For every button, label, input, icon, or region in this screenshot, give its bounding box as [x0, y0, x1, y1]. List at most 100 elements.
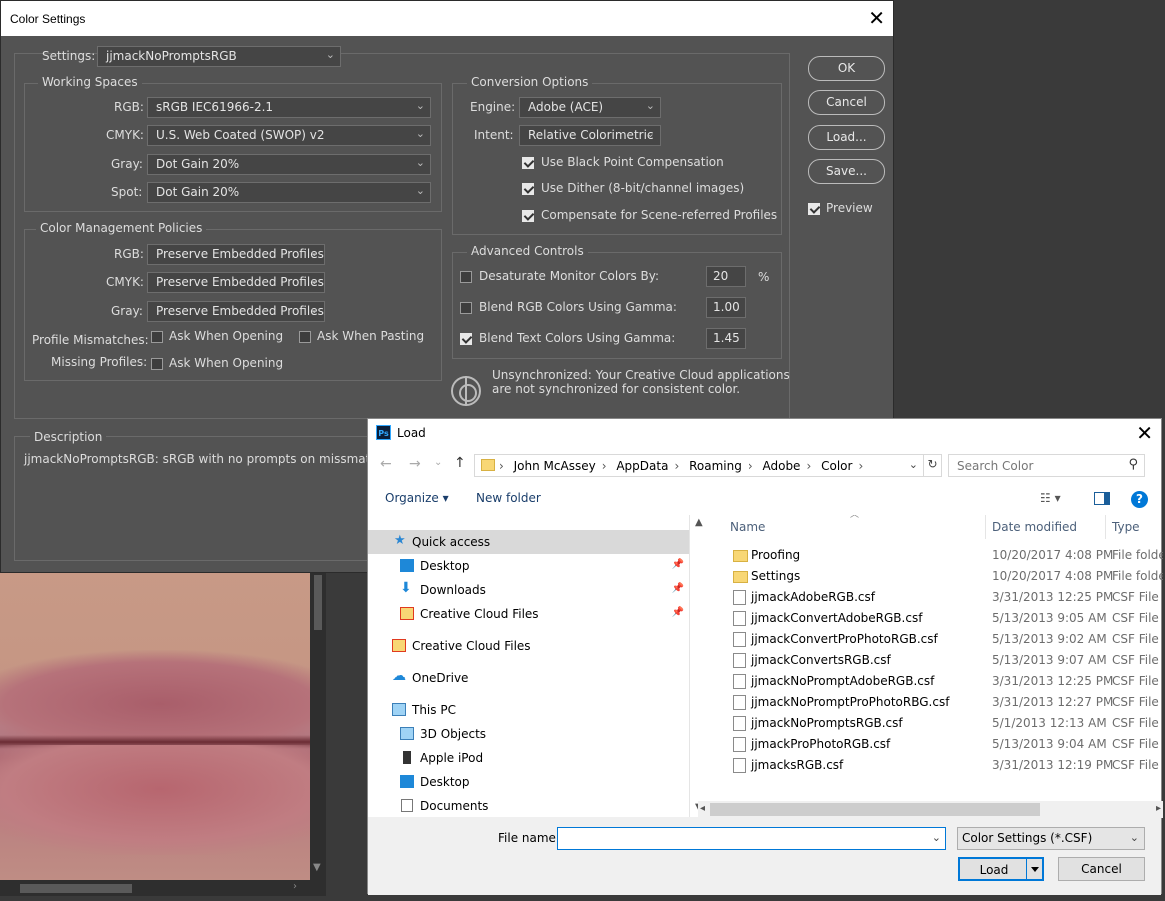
cancel-button[interactable]: Cancel: [808, 90, 885, 115]
ws-spot-select[interactable]: Dot Gain 20% ⌄: [147, 182, 431, 203]
breadcrumb-item[interactable]: Roaming: [689, 459, 742, 473]
missing-ask-when-opening-checkbox[interactable]: [151, 358, 163, 370]
tree-item-apple-ipod[interactable]: Apple iPod: [368, 746, 689, 770]
download-icon: ⬇: [400, 580, 412, 596]
tree-item-this-pc[interactable]: This PC: [368, 698, 689, 722]
breadcrumb-item[interactable]: Adobe: [762, 459, 800, 473]
photo-horizontal-scrollbar[interactable]: ›: [0, 880, 326, 896]
up-arrow-icon[interactable]: ↑: [454, 455, 466, 471]
save-button[interactable]: Save...: [808, 159, 885, 184]
file-row[interactable]: jjmacksRGB.csf 3/31/2013 12:19 PM CSF File: [710, 755, 1163, 776]
policies-title: Color Management Policies: [36, 221, 207, 235]
organize-button[interactable]: Organize ▾: [385, 491, 449, 505]
file-row[interactable]: Proofing 10/20/2017 4:08 PMFile folder: [710, 545, 1163, 566]
file-type: CSF File: [1112, 716, 1159, 730]
file-list-horizontal-scrollbar[interactable]: ◂ ▸: [698, 801, 1163, 818]
sort-ascending-icon: ︿: [850, 515, 860, 520]
sync-status-icon: [451, 376, 481, 406]
chevron-down-icon[interactable]: ⌄: [909, 458, 918, 471]
tree-item-creative-cloud[interactable]: Creative Cloud Files: [368, 634, 689, 658]
ask-when-pasting-checkbox[interactable]: [299, 331, 311, 343]
tree-item-quick-access[interactable]: ★ Quick access: [368, 530, 689, 554]
black-point-checkbox[interactable]: [522, 157, 534, 169]
file-row[interactable]: jjmackProPhotoRGB.csf 5/13/2013 9:04 AM CS…: [710, 734, 1163, 755]
preview-checkbox[interactable]: [808, 203, 820, 215]
policy-rgb-select[interactable]: Preserve Embedded Profiles ⌄: [147, 244, 325, 265]
chevron-down-icon: ⌄: [931, 831, 941, 844]
tree-item-desktop[interactable]: Desktop 📌: [368, 554, 689, 578]
file-type: CSF File: [1112, 674, 1159, 688]
column-header-name[interactable]: Name: [730, 520, 765, 534]
file-row[interactable]: jjmackNoPromptAdobeRGB.csf 3/31/2013 12:2…: [710, 671, 1163, 692]
desaturate-input[interactable]: 20: [706, 266, 746, 287]
ok-button[interactable]: OK: [808, 56, 885, 81]
tree-item-creative-cloud-pinned[interactable]: Creative Cloud Files 📌: [368, 602, 689, 626]
load-button[interactable]: Load...: [808, 125, 885, 150]
forward-arrow-icon[interactable]: →: [409, 456, 421, 472]
ws-rgb-select[interactable]: sRGB IEC61966-2.1 ⌄: [147, 97, 431, 118]
settings-select[interactable]: jjmackNoPromptsRGB ⌄: [97, 46, 341, 67]
tree-item-documents[interactable]: Documents: [368, 794, 689, 817]
file-date: 5/13/2013 9:05 AM: [992, 611, 1107, 625]
sync-message-line1: Unsynchronized: Your Creative Cloud appl…: [492, 368, 790, 382]
back-arrow-icon[interactable]: ←: [380, 456, 392, 472]
photo-vertical-scrollbar[interactable]: ▼: [310, 560, 326, 880]
chevron-down-icon: ⌄: [309, 303, 319, 316]
help-icon[interactable]: ?: [1131, 491, 1148, 508]
tree-item-downloads[interactable]: ⬇ Downloads 📌: [368, 578, 689, 602]
breadcrumb-item[interactable]: AppData: [616, 459, 668, 473]
ws-cmyk-select[interactable]: U.S. Web Coated (SWOP) v2 ⌄: [147, 125, 431, 146]
working-spaces-title: Working Spaces: [38, 75, 142, 89]
column-header-type[interactable]: Type: [1112, 520, 1140, 534]
scene-referred-checkbox[interactable]: [522, 210, 534, 222]
close-icon[interactable]: ✕: [1136, 421, 1153, 445]
intent-select[interactable]: Relative Colorimetric ⌄: [519, 125, 661, 146]
file-row[interactable]: jjmackConvertsRGB.csf 5/13/2013 9:07 AM CS…: [710, 650, 1163, 671]
desaturate-checkbox[interactable]: [460, 271, 472, 283]
tree-item-3d-objects[interactable]: 3D Objects: [368, 722, 689, 746]
view-options-icon[interactable]: ☷ ▾: [1040, 491, 1061, 505]
file-name: jjmackConvertProPhotoRGB.csf: [751, 632, 938, 646]
policy-cmyk-select[interactable]: Preserve Embedded Profiles ⌄: [147, 272, 325, 293]
search-input[interactable]: Search Color ⚲: [948, 454, 1145, 477]
column-header-date[interactable]: Date modified: [992, 520, 1077, 534]
close-icon[interactable]: ✕: [868, 6, 885, 30]
tree-item-desktop-pc[interactable]: Desktop: [368, 770, 689, 794]
dither-checkbox[interactable]: [522, 183, 534, 195]
chevron-down-icon: ⌄: [415, 184, 425, 197]
recent-locations-icon[interactable]: ⌄: [434, 457, 442, 468]
blend-rgb-input[interactable]: 1.00: [706, 297, 746, 318]
blend-rgb-checkbox[interactable]: [460, 302, 472, 314]
ipod-icon: [403, 751, 411, 764]
description-title: Description: [30, 430, 107, 444]
breadcrumb-item[interactable]: Color: [821, 459, 852, 473]
ws-gray-select[interactable]: Dot Gain 20% ⌄: [147, 154, 431, 175]
navigation-scrollbar[interactable]: ▲▼: [692, 515, 709, 817]
load-file-button[interactable]: Load: [958, 857, 1044, 881]
file-row[interactable]: jjmackAdobeRGB.csf 3/31/2013 12:25 PM CSF …: [710, 587, 1163, 608]
file-type-select[interactable]: Color Settings (*.CSF) ⌄: [957, 827, 1145, 850]
tree-item-onedrive[interactable]: ☁ OneDrive: [368, 666, 689, 690]
file-row[interactable]: jjmackNoPromptsRGB.csf 5/1/2013 12:13 AM C…: [710, 713, 1163, 734]
refresh-icon[interactable]: ↻: [923, 455, 941, 476]
file-type: CSF File: [1112, 695, 1159, 709]
blend-text-checkbox[interactable]: [460, 333, 472, 345]
engine-select[interactable]: Adobe (ACE) ⌄: [519, 97, 661, 118]
pin-icon: 📌: [671, 607, 684, 618]
ask-when-opening-checkbox[interactable]: [151, 331, 163, 343]
file-row[interactable]: jjmackConvertAdobeRGB.csf 5/13/2013 9:05 …: [710, 608, 1163, 629]
file-icon: [733, 653, 746, 668]
file-name: jjmackConvertsRGB.csf: [751, 653, 891, 667]
file-row[interactable]: Settings 10/20/2017 4:08 PMFile folder: [710, 566, 1163, 587]
breadcrumb-item[interactable]: John McAssey: [514, 459, 596, 473]
policy-gray-select[interactable]: Preserve Embedded Profiles ⌄: [147, 301, 325, 322]
cancel-file-button[interactable]: Cancel: [1058, 857, 1145, 881]
intent-label: Intent:: [474, 128, 514, 142]
file-row[interactable]: jjmackConvertProPhotoRGB.csf 5/13/2013 9:…: [710, 629, 1163, 650]
blend-text-input[interactable]: 1.45: [706, 328, 746, 349]
preview-pane-icon[interactable]: [1094, 492, 1110, 505]
address-bar[interactable]: › John McAssey › AppData › Roaming › Adobe ›…: [474, 454, 942, 477]
new-folder-button[interactable]: New folder: [476, 491, 541, 505]
file-name-input[interactable]: ⌄: [557, 827, 946, 850]
file-row[interactable]: jjmackNoPromptProPhotoRBG.csf 3/31/2013 1…: [710, 692, 1163, 713]
